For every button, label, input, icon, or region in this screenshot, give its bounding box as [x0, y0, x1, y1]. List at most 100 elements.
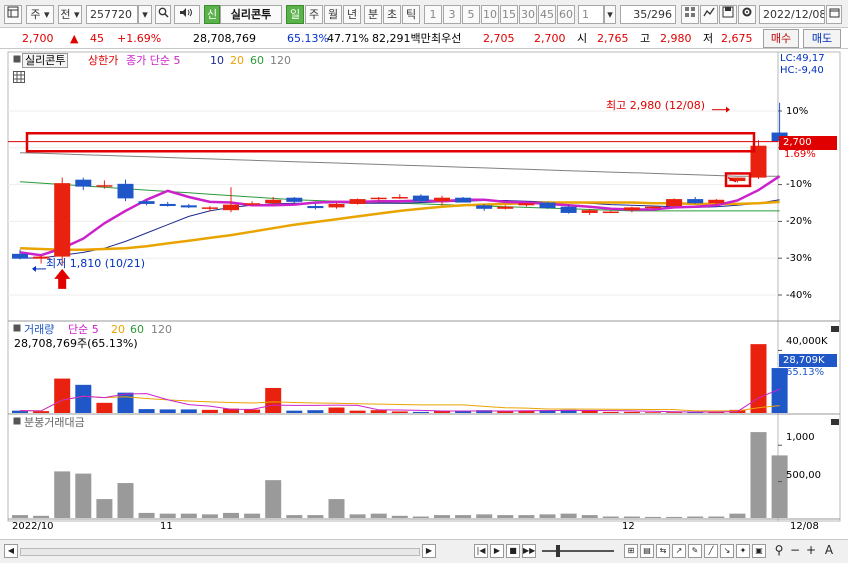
candle-body [307, 206, 324, 209]
period-minute-button[interactable]: 분 [364, 5, 382, 24]
interval-button[interactable]: 15 [500, 5, 518, 24]
change-amount: 45 [90, 32, 104, 45]
volume-legend-ma120: 120 [151, 323, 172, 336]
table-icon[interactable] [13, 71, 25, 87]
chart-canvas[interactable] [0, 49, 848, 539]
candle-body [370, 197, 387, 200]
amount-pane-icon[interactable] [13, 417, 21, 429]
play-icon[interactable]: ▶ [490, 544, 504, 558]
scroll-right-icon[interactable]: ▶ [422, 544, 436, 558]
zoom-fit-icon[interactable]: ⊞ [624, 544, 638, 558]
volume-bar [307, 410, 324, 413]
date-label: 2022/10 [12, 521, 54, 532]
draw-icon[interactable]: ✎ [688, 544, 702, 558]
compare-icon[interactable]: ⇆ [656, 544, 670, 558]
volume-bar [412, 411, 429, 413]
open-price: 2,765 [597, 32, 629, 45]
zoom-in-icon[interactable]: + [804, 544, 818, 558]
speed-slider[interactable] [542, 550, 614, 552]
auto-scale-icon[interactable]: A [822, 544, 836, 558]
horizontal-scrollbar[interactable] [20, 548, 420, 556]
volume-bar [54, 378, 71, 413]
interval-button[interactable]: 5 [462, 5, 480, 24]
volume-current-tag: 28,709K [779, 354, 837, 367]
arrow-icon[interactable]: ↘ [720, 544, 734, 558]
gear-icon[interactable] [738, 5, 756, 24]
stop-icon[interactable]: ■ [506, 544, 520, 558]
candle-body [117, 183, 134, 199]
magnifier-icon[interactable]: ⚲ [772, 544, 786, 558]
amount-tick: 500,00 [786, 470, 821, 481]
chart-layout-icon[interactable] [4, 5, 22, 24]
period-year-button[interactable]: 년 [343, 5, 361, 24]
trend-icon[interactable]: ↗ [672, 544, 686, 558]
candle-body [455, 197, 472, 203]
code-input[interactable]: 257720 [86, 5, 138, 24]
fast-forward-icon[interactable]: ▶▶ [522, 544, 536, 558]
amount-bar [455, 515, 472, 518]
best-bid: 2,700 [534, 32, 566, 45]
market-select[interactable]: 주 ▾ [26, 5, 54, 24]
candle-body [687, 199, 704, 204]
interval-button[interactable]: 1 [424, 5, 442, 24]
interval-button[interactable]: 10 [481, 5, 499, 24]
period-day-button[interactable]: 일 [286, 5, 304, 24]
first-icon[interactable]: |◀ [474, 544, 488, 558]
amount-bar [518, 515, 535, 518]
code-dropdown-icon[interactable]: ▾ [138, 5, 152, 24]
candle-body [623, 207, 640, 211]
period-second-button[interactable]: 초 [383, 5, 401, 24]
interval-button[interactable]: 45 [538, 5, 556, 24]
amount-bar [223, 512, 239, 518]
amount-bar [666, 516, 683, 518]
period-month-button[interactable]: 월 [324, 5, 342, 24]
volume-pane-icon[interactable] [13, 324, 21, 336]
search-icon[interactable] [155, 5, 171, 24]
candle-body [96, 185, 113, 187]
candle-body [708, 199, 725, 204]
volume-legend-title: 거래량 [24, 323, 55, 336]
marker-icon[interactable]: ✦ [736, 544, 750, 558]
zoom-out-icon[interactable]: − [788, 544, 802, 558]
low-annotation: 최저 1,810 (10/21) [46, 257, 146, 270]
interval-button[interactable]: 30 [519, 5, 537, 24]
interval-button[interactable]: 3 [443, 5, 461, 24]
legend-ma20: 20 [230, 54, 244, 67]
amount-bar [750, 432, 767, 518]
amount-bar [12, 515, 28, 518]
amount-bar [602, 516, 619, 518]
legend-stock-name[interactable]: 실리콘투 [22, 53, 69, 68]
sell-button[interactable]: 매도 [803, 29, 841, 48]
buy-button[interactable]: 매수 [763, 29, 799, 48]
amount-pane-close-icon[interactable] [831, 417, 839, 429]
save-icon[interactable] [719, 5, 737, 24]
best-ask: 2,705 [483, 32, 515, 45]
date-input[interactable]: 2022/12/08 [759, 5, 825, 24]
scroll-left-icon[interactable]: ◀ [4, 544, 18, 558]
layout-icon[interactable]: ▤ [640, 544, 654, 558]
candle-body [476, 205, 493, 209]
volume-pane-close-icon[interactable] [831, 324, 839, 336]
interval-input[interactable]: 1 [578, 5, 604, 24]
amount-tick: 1,000 [786, 432, 815, 443]
period-tick-button[interactable]: 틱 [402, 5, 420, 24]
count-input[interactable]: 35/296 [620, 5, 676, 24]
period-week-button[interactable]: 주 [305, 5, 323, 24]
amount-bar [623, 516, 640, 518]
lc-label: LC:49,17 [780, 53, 825, 64]
export-icon[interactable]: ▣ [752, 544, 766, 558]
amount-bar [370, 513, 387, 518]
line-icon[interactable]: ╱ [704, 544, 718, 558]
candle-body [54, 183, 71, 257]
legend-box-icon[interactable] [13, 55, 21, 67]
speaker-icon[interactable] [174, 5, 200, 24]
chart-area[interactable]: 실리콘투 상한가 종가 단순 5 10 20 60 120 LC:49,17 H… [0, 49, 848, 563]
grid-icon[interactable] [681, 5, 699, 24]
period-select[interactable]: 전 ▾ [58, 5, 82, 24]
speed-slider-thumb[interactable] [556, 545, 560, 557]
chart-type-icon[interactable] [700, 5, 718, 24]
interval-dropdown-icon[interactable]: ▾ [604, 5, 616, 24]
calendar-icon[interactable] [826, 5, 842, 24]
toolbar: 주 ▾ 전 ▾ 257720 ▾ 신 실리콘투 일 주 월 년 분 초 틱 1 … [0, 0, 848, 28]
interval-button[interactable]: 60 [557, 5, 575, 24]
